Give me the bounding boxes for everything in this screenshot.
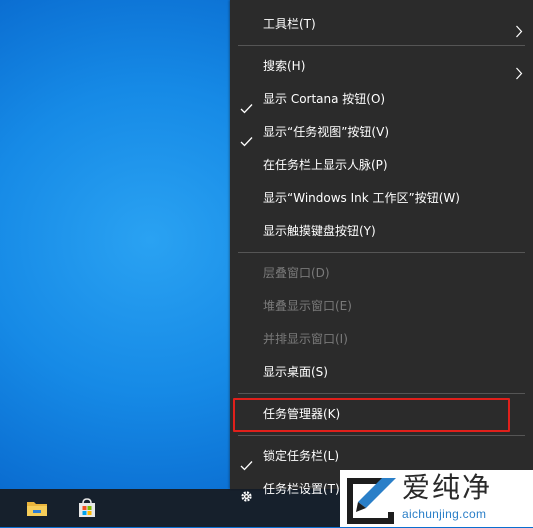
aichunjing-logo-icon (344, 474, 398, 528)
file-explorer-icon[interactable] (17, 489, 57, 527)
menu-item-toolbars[interactable]: 工具栏(T) (230, 8, 533, 41)
watermark-url: aichunjing.com (402, 507, 487, 521)
menu-item-lock-taskbar[interactable]: 锁定任务栏(L) (230, 440, 533, 473)
task-manager-highlight-box (233, 398, 510, 432)
menu-separator (238, 393, 525, 394)
gear-icon (240, 483, 253, 516)
menu-item-label: 任务栏设置(T) (263, 482, 340, 496)
watermark: 爱纯净 aichunjing.com (340, 470, 533, 527)
menu-item-show-windows-ink[interactable]: 显示“Windows Ink 工作区”按钮(W) (230, 182, 533, 215)
menu-item-label: 层叠窗口(D) (263, 266, 330, 280)
menu-item-label: 工具栏(T) (263, 17, 316, 31)
menu-item-search[interactable]: 搜索(H) (230, 50, 533, 83)
menu-item-label: 显示“任务视图”按钮(V) (263, 125, 390, 139)
menu-separator (238, 252, 525, 253)
menu-item-label: 并排显示窗口(I) (263, 332, 348, 346)
menu-item-show-cortana[interactable]: 显示 Cortana 按钮(O) (230, 83, 533, 116)
menu-item-show-people[interactable]: 在任务栏上显示人脉(P) (230, 149, 533, 182)
menu-item-label: 显示触摸键盘按钮(Y) (263, 224, 376, 238)
menu-item-side-by-side-windows: 并排显示窗口(I) (230, 323, 533, 356)
menu-item-label: 锁定任务栏(L) (263, 449, 340, 463)
menu-item-cascade-windows: 层叠窗口(D) (230, 257, 533, 290)
menu-item-show-desktop[interactable]: 显示桌面(S) (230, 356, 533, 389)
menu-item-label: 显示桌面(S) (263, 365, 328, 379)
menu-item-stack-windows: 堆叠显示窗口(E) (230, 290, 533, 323)
watermark-title: 爱纯净 (402, 471, 493, 504)
menu-item-label: 搜索(H) (263, 59, 306, 73)
menu-separator (238, 435, 525, 436)
menu-item-label: 堆叠显示窗口(E) (263, 299, 352, 313)
chevron-right-icon (515, 18, 523, 51)
menu-item-show-touch-keyboard[interactable]: 显示触摸键盘按钮(Y) (230, 215, 533, 248)
menu-item-label: 在任务栏上显示人脉(P) (263, 158, 388, 172)
menu-item-label: 显示 Cortana 按钮(O) (263, 92, 386, 106)
menu-separator (238, 45, 525, 46)
microsoft-store-icon[interactable] (67, 489, 107, 527)
menu-item-label: 显示“Windows Ink 工作区”按钮(W) (263, 191, 460, 205)
menu-item-show-task-view[interactable]: 显示“任务视图”按钮(V) (230, 116, 533, 149)
